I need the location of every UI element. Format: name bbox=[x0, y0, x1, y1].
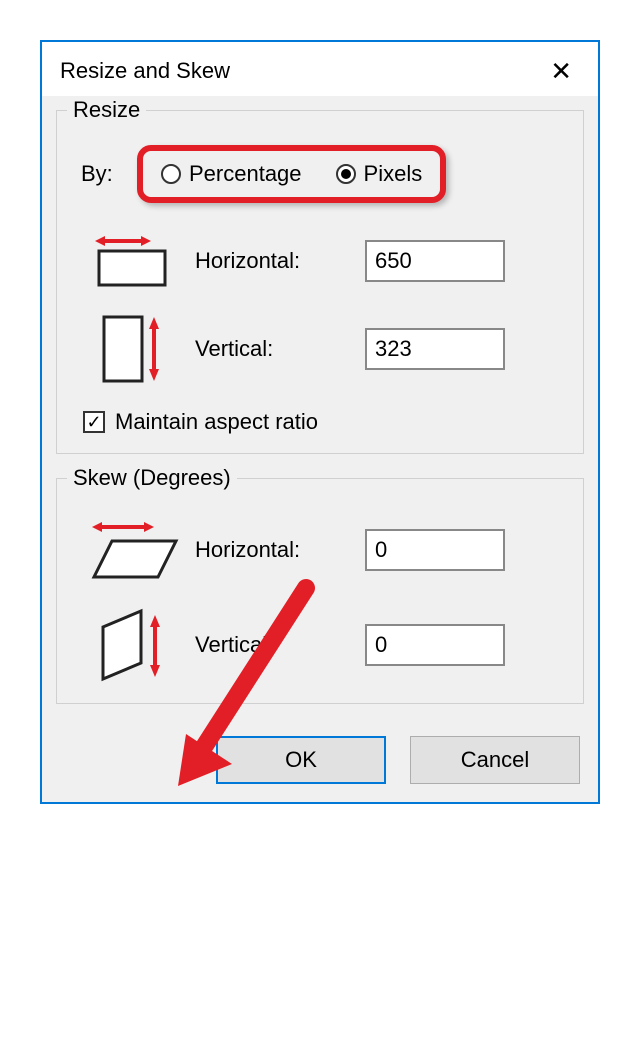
maintain-aspect-checkbox[interactable] bbox=[83, 411, 105, 433]
dialog-title: Resize and Skew bbox=[60, 58, 230, 84]
resize-skew-dialog: Resize and Skew ✕ Resize By: Percentage … bbox=[40, 40, 600, 804]
resize-vertical-row: Vertical: bbox=[75, 313, 565, 385]
radio-circle-icon bbox=[336, 164, 356, 184]
skew-vertical-row: Vertical: bbox=[75, 605, 565, 685]
dialog-buttons: OK Cancel bbox=[56, 728, 584, 788]
resize-horizontal-input[interactable] bbox=[365, 240, 505, 282]
skew-groupbox: Skew (Degrees) Horizontal: bbox=[56, 478, 584, 704]
maintain-aspect-label: Maintain aspect ratio bbox=[115, 409, 318, 435]
resize-horizontal-icon bbox=[75, 233, 195, 289]
skew-horizontal-icon bbox=[75, 519, 195, 581]
resize-by-row: By: Percentage Pixels bbox=[81, 145, 565, 203]
resize-vertical-icon bbox=[75, 313, 195, 385]
resize-vertical-input[interactable] bbox=[365, 328, 505, 370]
skew-horizontal-row: Horizontal: bbox=[75, 519, 565, 581]
skew-vertical-label: Vertical: bbox=[195, 632, 365, 658]
radio-percentage[interactable]: Percentage bbox=[161, 161, 302, 187]
unit-radio-highlight: Percentage Pixels bbox=[137, 145, 446, 203]
skew-horizontal-input[interactable] bbox=[365, 529, 505, 571]
resize-horizontal-label: Horizontal: bbox=[195, 248, 365, 274]
radio-pixels[interactable]: Pixels bbox=[336, 161, 423, 187]
resize-vertical-label: Vertical: bbox=[195, 336, 365, 362]
skew-vertical-icon bbox=[75, 605, 195, 685]
titlebar: Resize and Skew ✕ bbox=[42, 42, 598, 96]
resize-horizontal-row: Horizontal: bbox=[75, 233, 565, 289]
resize-legend: Resize bbox=[67, 97, 146, 123]
ok-button[interactable]: OK bbox=[216, 736, 386, 784]
radio-circle-icon bbox=[161, 164, 181, 184]
close-icon[interactable]: ✕ bbox=[542, 54, 580, 88]
radio-percentage-label: Percentage bbox=[189, 161, 302, 187]
cancel-button[interactable]: Cancel bbox=[410, 736, 580, 784]
skew-horizontal-label: Horizontal: bbox=[195, 537, 365, 563]
skew-legend: Skew (Degrees) bbox=[67, 465, 237, 491]
skew-vertical-input[interactable] bbox=[365, 624, 505, 666]
radio-pixels-label: Pixels bbox=[364, 161, 423, 187]
resize-groupbox: Resize By: Percentage Pixels bbox=[56, 110, 584, 454]
resize-by-label: By: bbox=[81, 161, 137, 187]
maintain-aspect-row: Maintain aspect ratio bbox=[83, 409, 565, 435]
dialog-body: Resize By: Percentage Pixels bbox=[42, 96, 598, 802]
